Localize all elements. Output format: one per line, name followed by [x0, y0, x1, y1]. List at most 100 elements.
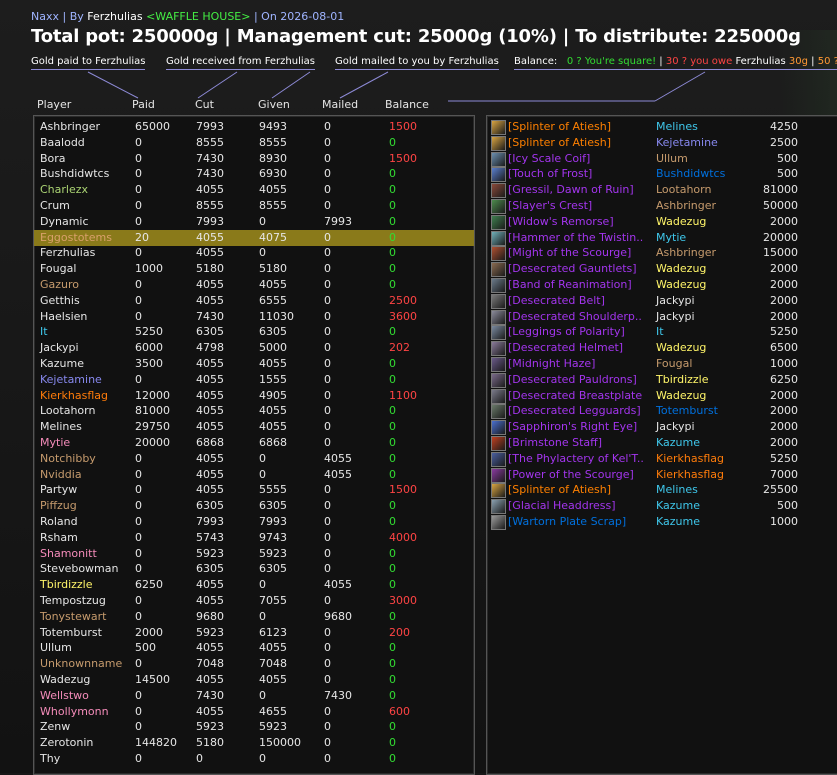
player-row[interactable]: Getthis 0 4055 6555 0 2500: [34, 293, 474, 309]
player-row[interactable]: Thy 0 0 0 0 0: [34, 751, 474, 767]
item-name[interactable]: [Icy Scale Coif]: [508, 151, 643, 167]
item-name[interactable]: [Glacial Headdress]: [508, 498, 643, 514]
loot-row[interactable]: [Might of the Scourge] Ashbringer 15000: [487, 245, 837, 262]
player-row[interactable]: Totemburst 2000 5923 6123 0 200: [34, 625, 474, 641]
player-row[interactable]: Lootahorn 81000 4055 4055 0 0: [34, 403, 474, 419]
player-row[interactable]: Stevebowman 0 6305 6305 0 0: [34, 561, 474, 577]
loot-list[interactable]: [Splinter of Atiesh] Melines 4250 [Splinter…: [486, 115, 837, 775]
item-name[interactable]: [Band of Reanimation]: [508, 277, 643, 293]
item-name[interactable]: [Gressil, Dawn of Ruin]: [508, 182, 643, 198]
player-row[interactable]: Partyw 0 4055 5555 0 1500: [34, 482, 474, 498]
player-row[interactable]: Wadezug 14500 4055 4055 0 0: [34, 672, 474, 688]
loot-row[interactable]: [Power of the Scourge] Kierkhasflag 7000: [487, 467, 837, 483]
player-row[interactable]: Zenw 0 5923 5923 0 0: [34, 719, 474, 735]
loot-row[interactable]: [Gressil, Dawn of Ruin] Lootahorn 81000: [487, 182, 837, 199]
item-name[interactable]: [Desecrated Helmet]: [508, 340, 643, 356]
item-name[interactable]: [Sapphiron's Right Eye]: [508, 419, 643, 435]
item-name[interactable]: [Desecrated Gauntlets]: [508, 261, 643, 277]
item-name[interactable]: [Wartorn Plate Scrap]: [508, 514, 643, 530]
item-name[interactable]: [Hammer of the Twistin...: [508, 230, 643, 246]
player-row[interactable]: Charlezx 0 4055 4055 0 0: [34, 182, 474, 198]
col-paid[interactable]: Paid: [132, 98, 155, 111]
item-name[interactable]: [Desecrated Breastplate]: [508, 388, 643, 404]
loot-row[interactable]: [Desecrated Pauldrons] Tbirdizzle 6250: [487, 372, 837, 388]
col-balance[interactable]: Balance: [385, 98, 429, 111]
player-row[interactable]: Tempostzug 0 4055 7055 0 3000: [34, 593, 474, 609]
item-name[interactable]: [Widow's Remorse]: [508, 214, 643, 230]
loot-row[interactable]: [Splinter of Atiesh] Melines 4250: [487, 119, 837, 135]
loot-row[interactable]: [The Phylactery of Kel'T... Kierkhasflag 5…: [487, 451, 837, 467]
loot-row[interactable]: [Midnight Haze] Fougal 1000: [487, 356, 837, 372]
item-name[interactable]: [Splinter of Atiesh]: [508, 482, 643, 498]
player-row[interactable]: Tbirdizzle 6250 4055 0 4055 0: [34, 577, 474, 593]
loot-row[interactable]: [Desecrated Shoulderp... Jackypi 2000: [487, 309, 837, 325]
item-name[interactable]: [Power of the Scourge]: [508, 467, 643, 483]
player-row[interactable]: Kierkhasflag 12000 4055 4905 0 1100: [34, 388, 474, 404]
player-row[interactable]: Jackypi 6000 4798 5000 0 202: [34, 340, 474, 356]
item-name[interactable]: [Midnight Haze]: [508, 356, 643, 372]
player-list[interactable]: Ashbringer 65000 7993 9493 0 1500 Baalodd 0 8555…: [33, 115, 475, 775]
player-row[interactable]: Ullum 500 4055 4055 0 0: [34, 640, 474, 656]
player-row[interactable]: Tonystewart 0 9680 0 9680 0: [34, 609, 474, 625]
loot-row[interactable]: [Glacial Headdress] Kazume 500: [487, 498, 837, 515]
loot-row[interactable]: [Widow's Remorse] Wadezug 2000: [487, 214, 837, 230]
loot-row[interactable]: [Band of Reanimation] Wadezug 2000: [487, 277, 837, 293]
player-row[interactable]: Gazuro 0 4055 4055 0 0: [34, 277, 474, 293]
player-row[interactable]: Zerotonin 144820 5180 150000 0 0: [34, 735, 474, 751]
loot-row[interactable]: [Desecrated Helmet] Wadezug 6500: [487, 340, 837, 357]
col-player[interactable]: Player: [37, 98, 71, 111]
loot-row[interactable]: [Touch of Frost] Bushdidwtcs 500: [487, 166, 837, 183]
player-row[interactable]: Wellstwo 0 7430 0 7430 0: [34, 688, 474, 704]
item-name[interactable]: [Desecrated Shoulderp...: [508, 309, 643, 325]
loot-row[interactable]: [Brimstone Staff] Kazume 2000: [487, 435, 837, 451]
item-name[interactable]: [Desecrated Legguards]: [508, 403, 643, 419]
item-name[interactable]: [The Phylactery of Kel'T...: [508, 451, 643, 467]
loot-row[interactable]: [Desecrated Belt] Jackypi 2000: [487, 293, 837, 309]
loot-row[interactable]: [Wartorn Plate Scrap] Kazume 1000: [487, 514, 837, 530]
loot-row[interactable]: [Desecrated Gauntlets] Wadezug 2000: [487, 261, 837, 278]
player-row[interactable]: Rsham 0 5743 9743 0 4000: [34, 530, 474, 546]
item-name[interactable]: [Might of the Scourge]: [508, 245, 643, 261]
player-row[interactable]: Haelsien 0 7430 11030 0 3600: [34, 309, 474, 325]
col-cut[interactable]: Cut: [195, 98, 214, 111]
col-mailed[interactable]: Mailed: [322, 98, 358, 111]
player-row[interactable]: Roland 0 7993 7993 0 0: [34, 514, 474, 530]
player-row[interactable]: It 5250 6305 6305 0 0: [34, 324, 474, 340]
col-given[interactable]: Given: [258, 98, 290, 111]
loot-row[interactable]: [Desecrated Breastplate] Wadezug 2000: [487, 388, 837, 404]
item-name[interactable]: [Desecrated Pauldrons]: [508, 372, 643, 388]
player-row[interactable]: Ashbringer 65000 7993 9493 0 1500: [34, 119, 474, 135]
player-row[interactable]: Crum 0 8555 8555 0 0: [34, 198, 474, 214]
player-row[interactable]: Dynamic 0 7993 0 7993 0: [34, 214, 474, 230]
loot-row[interactable]: [Splinter of Atiesh] Melines 25500: [487, 482, 837, 499]
player-row[interactable]: Mytie 20000 6868 6868 0 0: [34, 435, 474, 451]
player-row[interactable]: Unknownname 0 7048 7048 0 0: [34, 656, 474, 672]
player-row[interactable]: Piffzug 0 6305 6305 0 0: [34, 498, 474, 514]
item-name[interactable]: [Splinter of Atiesh]: [508, 135, 643, 151]
loot-row[interactable]: [Splinter of Atiesh] Kejetamine 2500: [487, 135, 837, 151]
loot-row[interactable]: [Sapphiron's Right Eye] Jackypi 2000: [487, 419, 837, 436]
player-row[interactable]: Eggostotems 20 4055 4075 0 0: [34, 229, 474, 246]
player-row[interactable]: Notchibby 0 4055 0 4055 0: [34, 451, 474, 467]
loot-row[interactable]: [Slayer's Crest] Ashbringer 50000: [487, 198, 837, 214]
item-name[interactable]: [Slayer's Crest]: [508, 198, 643, 214]
player-row[interactable]: Shamonitt 0 5923 5923 0 0: [34, 546, 474, 562]
item-name[interactable]: [Touch of Frost]: [508, 166, 643, 182]
item-name[interactable]: [Leggings of Polarity]: [508, 324, 643, 340]
player-row[interactable]: Fougal 1000 5180 5180 0 0: [34, 261, 474, 277]
loot-row[interactable]: [Icy Scale Coif] Ullum 500: [487, 151, 837, 167]
loot-row[interactable]: [Hammer of the Twistin... Mytie 20000: [487, 230, 837, 246]
player-row[interactable]: Whollymonn 0 4055 4655 0 600: [34, 704, 474, 720]
player-row[interactable]: Kejetamine 0 4055 1555 0 0: [34, 372, 474, 388]
loot-row[interactable]: [Desecrated Legguards] Totemburst 2000: [487, 403, 837, 420]
player-row[interactable]: Nviddia 0 4055 0 4055 0: [34, 467, 474, 483]
player-row[interactable]: Bushdidwtcs 0 7430 6930 0 0: [34, 166, 474, 182]
item-name[interactable]: [Brimstone Staff]: [508, 435, 643, 451]
loot-row[interactable]: [Leggings of Polarity] It 5250: [487, 324, 837, 341]
player-row[interactable]: Kazume 3500 4055 4055 0 0: [34, 356, 474, 372]
player-row[interactable]: Melines 29750 4055 4055 0 0: [34, 419, 474, 435]
item-name[interactable]: [Desecrated Belt]: [508, 293, 643, 309]
item-name[interactable]: [Splinter of Atiesh]: [508, 119, 643, 135]
player-row[interactable]: Baalodd 0 8555 8555 0 0: [34, 135, 474, 151]
player-row[interactable]: Ferzhulias 0 4055 0 0 0: [34, 245, 474, 261]
